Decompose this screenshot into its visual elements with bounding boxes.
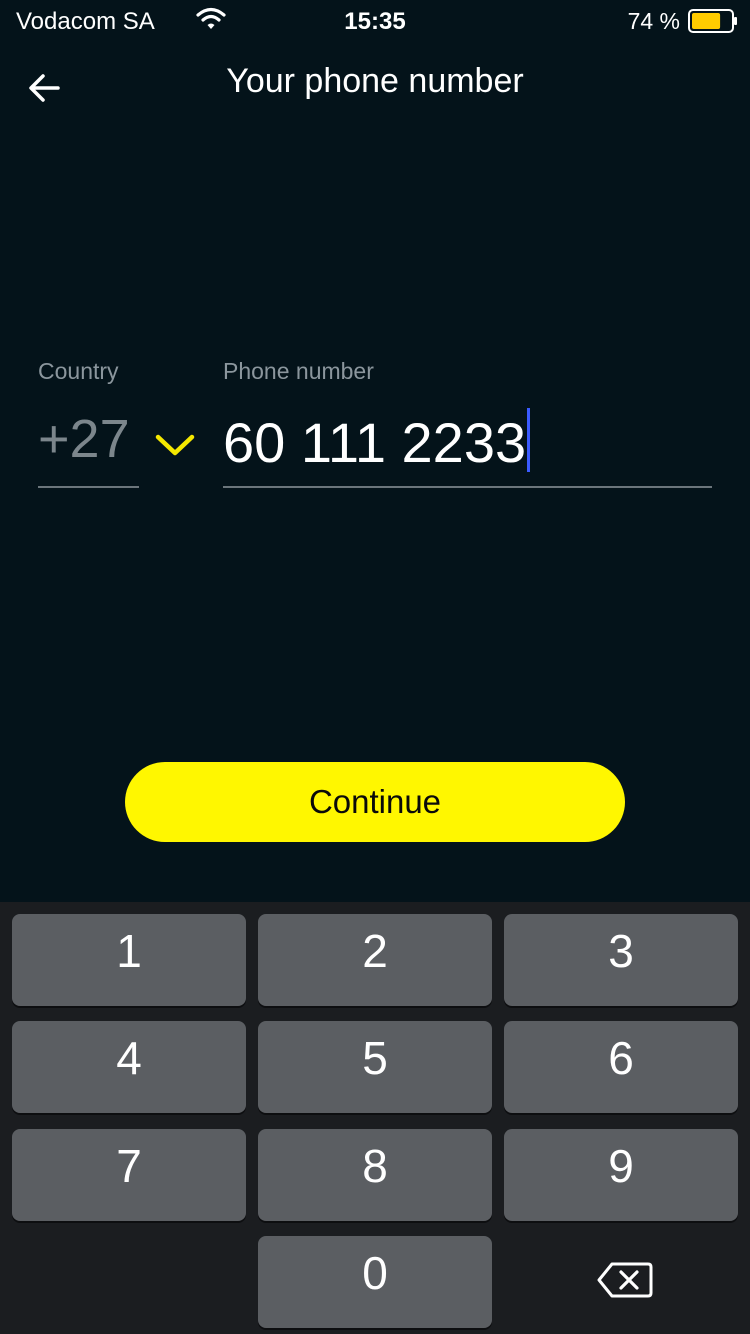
country-code-field[interactable]: +27: [38, 408, 130, 470]
key-2[interactable]: 2: [258, 914, 492, 1006]
battery-percentage: 74 %: [627, 8, 680, 34]
key-6[interactable]: 6: [504, 1021, 738, 1113]
continue-button[interactable]: Continue: [125, 762, 625, 842]
battery-fill: [692, 13, 721, 29]
phone-number-input[interactable]: 60 111 2233: [223, 408, 531, 475]
status-bar: Vodacom SA 15:35 74 %: [0, 0, 750, 42]
phone-number-value: 60 111 2233: [223, 411, 527, 474]
country-field-underline: [38, 486, 139, 488]
key-0[interactable]: 0: [258, 1236, 492, 1328]
key-8[interactable]: 8: [258, 1129, 492, 1221]
numeric-keypad: 1 2 3 4 5 6 7 8 9 0: [0, 902, 750, 1334]
phone-field-underline: [223, 486, 712, 488]
key-9[interactable]: 9: [504, 1129, 738, 1221]
key-5[interactable]: 5: [258, 1021, 492, 1113]
chevron-down-icon[interactable]: [154, 428, 196, 462]
key-4[interactable]: 4: [12, 1021, 246, 1113]
page-title: Your phone number: [226, 62, 524, 100]
phone-number-label: Phone number: [223, 358, 374, 384]
backspace-icon[interactable]: [596, 1260, 654, 1300]
key-3[interactable]: 3: [504, 914, 738, 1006]
text-cursor: [527, 408, 531, 472]
phone-number-screen: Vodacom SA 15:35 74 % Your phone number …: [0, 0, 750, 1334]
key-1[interactable]: 1: [12, 914, 246, 1006]
key-7[interactable]: 7: [12, 1129, 246, 1221]
battery-icon: [688, 9, 737, 33]
country-label: Country: [38, 358, 119, 384]
